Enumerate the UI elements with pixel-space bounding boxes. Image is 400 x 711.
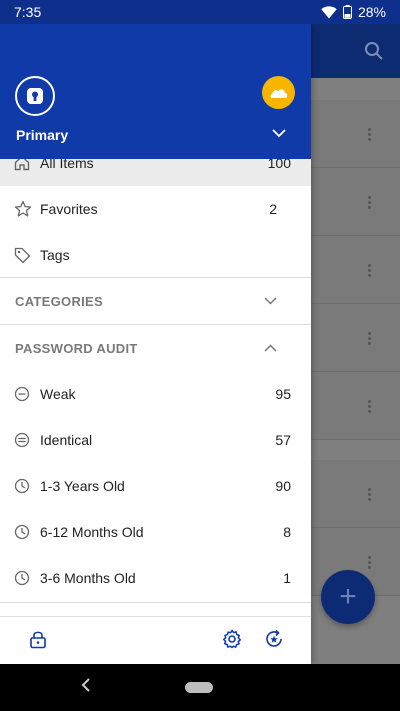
item-count: 90 [275, 478, 291, 494]
vault-name[interactable]: Primary [16, 127, 68, 143]
battery-level: 28% [357, 4, 386, 20]
divider [0, 602, 311, 603]
menu-item-label: 3-6 Months Old [40, 570, 136, 586]
item-count: 2 [269, 201, 277, 217]
minus-circle-icon [14, 386, 30, 402]
home-button[interactable] [185, 682, 213, 693]
section-title: PASSWORD AUDIT [15, 340, 138, 356]
menu-item-tags[interactable]: Tags [0, 232, 311, 278]
menu-item-3-6-months-old[interactable]: 3-6 Months Old 1 [0, 555, 311, 601]
tag-icon [14, 247, 31, 263]
list-item[interactable] [311, 236, 400, 304]
menu-item-6-12-months-old[interactable]: 6-12 Months Old 8 [0, 509, 311, 555]
back-icon[interactable] [80, 678, 92, 692]
more-icon[interactable] [368, 486, 372, 503]
more-icon[interactable] [368, 330, 372, 347]
menu-item-favorites[interactable]: Favorites 2 [0, 186, 311, 232]
more-icon[interactable] [368, 126, 372, 143]
menu-item-weak[interactable]: Weak 95 [0, 371, 311, 417]
section-password-audit[interactable]: PASSWORD AUDIT [0, 325, 311, 371]
more-icon[interactable] [368, 194, 372, 211]
system-nav-bar [0, 664, 400, 711]
menu-item-label: Identical [40, 432, 93, 448]
clock-icon [14, 570, 30, 586]
menu-item-identical[interactable]: Identical 57 [0, 417, 311, 463]
more-icon[interactable] [368, 398, 372, 415]
navigation-drawer: Primary All Items 100 Favorites 2 Tags C… [0, 24, 311, 664]
list-item[interactable] [311, 100, 400, 168]
cloud-icon [270, 88, 287, 98]
list-item[interactable] [311, 304, 400, 372]
clock-icon [14, 524, 30, 540]
section-title: CATEGORIES [15, 293, 103, 309]
item-count: 95 [275, 386, 291, 402]
account-avatar[interactable] [262, 76, 295, 109]
chevron-down-icon [264, 297, 277, 305]
keyhole-icon [27, 88, 43, 104]
item-count: 8 [283, 524, 291, 540]
section-categories[interactable]: CATEGORIES [0, 278, 311, 324]
gear-icon[interactable] [222, 629, 242, 649]
item-count: 1 [283, 570, 291, 586]
status-time: 7:35 [14, 4, 42, 20]
status-bar: 7:35 28% [0, 0, 400, 24]
list-item[interactable] [311, 372, 400, 440]
sync-icon[interactable] [264, 629, 284, 649]
menu-item-label: Favorites [40, 201, 98, 217]
more-icon[interactable] [368, 554, 372, 571]
wifi-icon [321, 5, 337, 18]
menu-item-label: Tags [40, 247, 70, 263]
lock-icon[interactable] [29, 629, 47, 649]
menu-item-label: 6-12 Months Old [40, 524, 144, 540]
menu-item-label: Weak [40, 386, 76, 402]
list-item[interactable] [311, 168, 400, 236]
menu-item-label: 1-3 Years Old [40, 478, 125, 494]
plus-icon: + [339, 580, 357, 613]
add-item-button[interactable]: + [321, 570, 375, 624]
chevron-up-icon [264, 344, 277, 352]
list-item[interactable] [311, 460, 400, 528]
item-count: 57 [275, 432, 291, 448]
app-logo [15, 76, 55, 116]
menu-item-1-3-years-old[interactable]: 1-3 Years Old 90 [0, 463, 311, 509]
star-icon [14, 200, 32, 217]
clock-icon [14, 478, 30, 494]
equals-circle-icon [14, 432, 30, 448]
search-icon[interactable] [364, 41, 384, 61]
chevron-down-icon[interactable] [272, 129, 286, 138]
battery-icon [342, 5, 352, 19]
drawer-header: Primary [0, 24, 311, 159]
more-icon[interactable] [368, 262, 372, 279]
drawer-footer [0, 616, 311, 664]
